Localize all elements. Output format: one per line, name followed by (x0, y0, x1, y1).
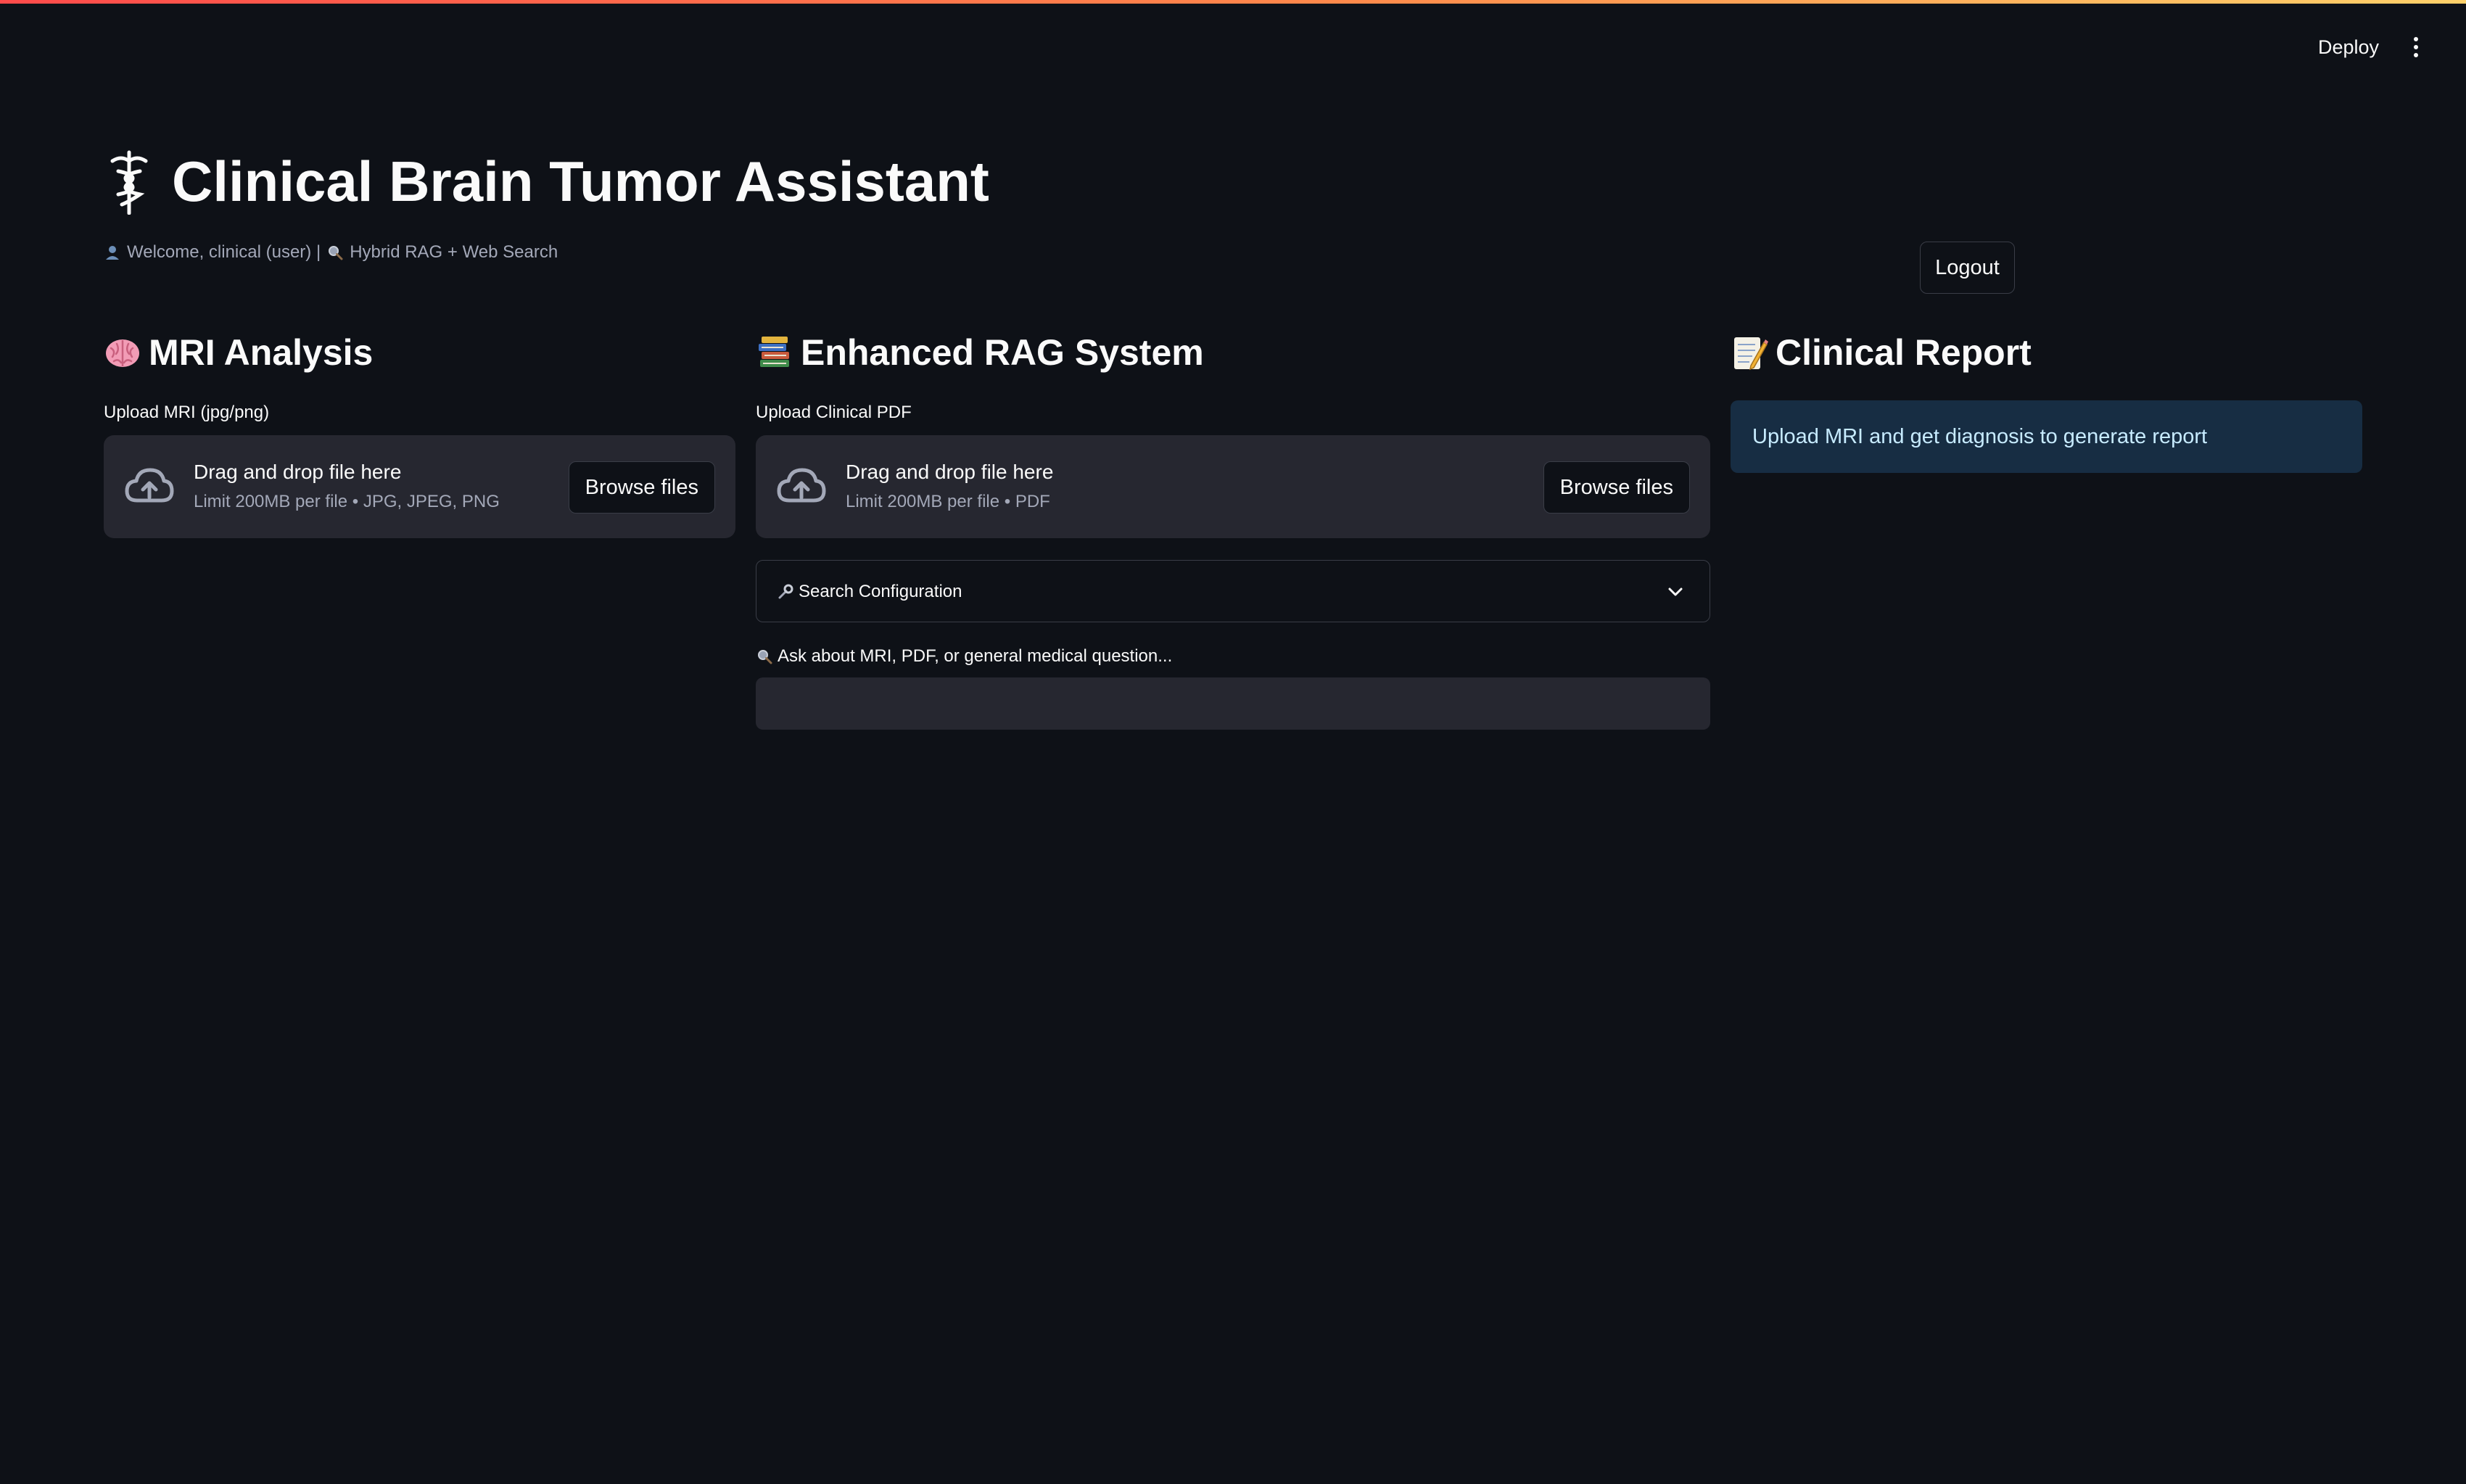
books-icon (759, 337, 789, 367)
mri-browse-files-button[interactable]: Browse files (568, 461, 715, 514)
question-label-text: Ask about MRI, PDF, or general medical q… (778, 646, 1173, 666)
rag-system-column: Enhanced RAG System Upload Clinical PDF … (756, 326, 1710, 730)
pdf-uploader-text: Drag and drop file here Limit 200MB per … (846, 458, 1053, 514)
user-status-line: Welcome, clinical (user) | Hybrid RAG + … (104, 242, 558, 263)
pdf-browse-files-button[interactable]: Browse files (1543, 461, 1690, 514)
logout-button[interactable]: Logout (1920, 242, 2015, 294)
brain-icon (106, 339, 139, 367)
mri-file-uploader[interactable]: Drag and drop file here Limit 200MB per … (104, 435, 735, 538)
search-configuration-text: Search Configuration (799, 582, 962, 601)
caduceus-icon (110, 150, 148, 215)
search-configuration-expander[interactable]: Search Configuration (756, 560, 1710, 622)
cloud-upload-icon (777, 468, 826, 503)
pdf-upload-label: Upload Clinical PDF (756, 403, 912, 422)
clinical-report-column: Clinical Report Upload MRI and get diagn… (1731, 326, 2362, 473)
memo-icon (1734, 337, 1768, 371)
chevron-down-icon (1668, 588, 1683, 596)
mri-upload-label: Upload MRI (jpg/png) (104, 403, 270, 422)
page-title: Clinical Brain Tumor Assistant (172, 149, 989, 213)
rag-section-header: Enhanced RAG System (756, 326, 1710, 379)
pdf-file-uploader[interactable]: Drag and drop file here Limit 200MB per … (756, 435, 1710, 538)
search-configuration-label: Search Configuration (777, 561, 962, 623)
report-info-alert: Upload MRI and get diagnosis to generate… (1731, 400, 2362, 473)
magnifier-icon (758, 650, 772, 664)
user-icon (106, 246, 119, 260)
title-row: Clinical Brain Tumor Assistant (104, 149, 989, 215)
top-decoration-bar (0, 0, 2466, 4)
rag-section-title: Enhanced RAG System (801, 332, 1204, 373)
wrench-icon (778, 584, 793, 599)
mode-text: Hybrid RAG + Web Search (350, 242, 558, 262)
mri-analysis-column: MRI Analysis Upload MRI (jpg/png) Drag a… (104, 326, 735, 538)
cloud-upload-icon (125, 468, 174, 503)
question-label: Ask about MRI, PDF, or general medical q… (756, 644, 1710, 669)
file-limit-text: Limit 200MB per file • PDF (846, 492, 1050, 511)
question-input[interactable] (756, 677, 1710, 730)
deploy-button[interactable]: Deploy (2306, 29, 2391, 65)
mri-uploader-text: Drag and drop file here Limit 200MB per … (194, 458, 500, 514)
welcome-text: Welcome, clinical (user) | (127, 242, 321, 262)
mri-section-title: MRI Analysis (149, 332, 374, 373)
drag-drop-text: Drag and drop file here (194, 461, 402, 483)
kebab-menu-icon[interactable] (2405, 30, 2427, 64)
drag-drop-text: Drag and drop file here (846, 461, 1054, 483)
report-section-header: Clinical Report (1731, 326, 2362, 379)
file-limit-text: Limit 200MB per file • JPG, JPEG, PNG (194, 492, 500, 511)
report-section-title: Clinical Report (1776, 332, 2032, 373)
magnifier-icon (329, 246, 343, 260)
mri-section-header: MRI Analysis (104, 326, 735, 379)
